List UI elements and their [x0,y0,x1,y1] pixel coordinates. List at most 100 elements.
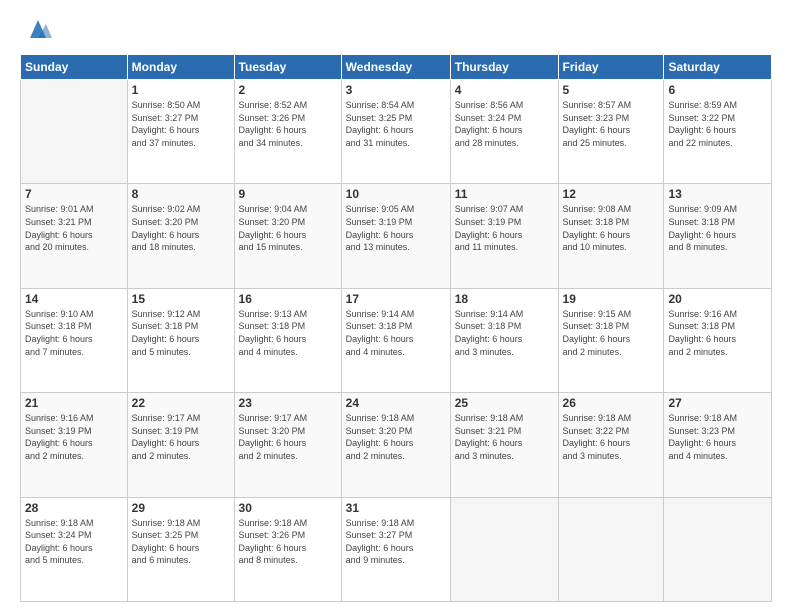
calendar-cell: 2 Sunrise: 8:52 AM Sunset: 3:26 PM Daylig… [234,80,341,184]
day-number: 1 [132,83,230,97]
calendar-cell: 18 Sunrise: 9:14 AM Sunset: 3:18 PM Dayli… [450,288,558,392]
calendar-cell [664,497,772,601]
calendar-cell [21,80,128,184]
day-info: Sunrise: 9:16 AM Sunset: 3:18 PM Dayligh… [668,308,767,358]
calendar-cell: 3 Sunrise: 8:54 AM Sunset: 3:25 PM Daylig… [341,80,450,184]
day-info: Sunrise: 8:54 AM Sunset: 3:25 PM Dayligh… [346,99,446,149]
calendar-cell: 25 Sunrise: 9:18 AM Sunset: 3:21 PM Dayli… [450,393,558,497]
day-info: Sunrise: 9:04 AM Sunset: 3:20 PM Dayligh… [239,203,337,253]
day-info: Sunrise: 8:52 AM Sunset: 3:26 PM Dayligh… [239,99,337,149]
calendar-cell: 26Sunrise: 9:18 AM Sunset: 3:22 PM Dayli… [558,393,664,497]
calendar-cell: 11 Sunrise: 9:07 AM Sunset: 3:19 PM Dayli… [450,184,558,288]
weekday-header-thursday: Thursday [450,55,558,80]
day-number: 30 [239,501,337,515]
day-number: 16 [239,292,337,306]
calendar-cell: 13 Sunrise: 9:09 AM Sunset: 3:18 PM Dayli… [664,184,772,288]
day-info: Sunrise: 9:18 AM Sunset: 3:21 PM Dayligh… [455,412,554,462]
day-number: 25 [455,396,554,410]
day-info: Sunrise: 9:05 AM Sunset: 3:19 PM Dayligh… [346,203,446,253]
calendar-cell: 6Sunrise: 8:59 AM Sunset: 3:22 PM Daylig… [664,80,772,184]
weekday-header-row: SundayMondayTuesdayWednesdayThursdayFrid… [21,55,772,80]
day-info: Sunrise: 9:09 AM Sunset: 3:18 PM Dayligh… [668,203,767,253]
day-number: 19 [563,292,660,306]
logo [20,16,52,44]
day-number: 15 [132,292,230,306]
day-info: Sunrise: 9:02 AM Sunset: 3:20 PM Dayligh… [132,203,230,253]
day-number: 3 [346,83,446,97]
calendar-cell: 27Sunrise: 9:18 AM Sunset: 3:23 PM Dayli… [664,393,772,497]
day-number: 13 [668,187,767,201]
day-number: 11 [455,187,554,201]
weekday-header-saturday: Saturday [664,55,772,80]
day-number: 14 [25,292,123,306]
calendar-cell: 1 Sunrise: 8:50 AM Sunset: 3:27 PM Daylig… [127,80,234,184]
day-number: 23 [239,396,337,410]
day-info: Sunrise: 9:16 AM Sunset: 3:19 PM Dayligh… [25,412,123,462]
calendar-week-5: 28 Sunrise: 9:18 AM Sunset: 3:24 PM Dayli… [21,497,772,601]
day-number: 17 [346,292,446,306]
day-info: Sunrise: 9:14 AM Sunset: 3:18 PM Dayligh… [455,308,554,358]
page: SundayMondayTuesdayWednesdayThursdayFrid… [0,0,792,612]
day-number: 10 [346,187,446,201]
day-info: Sunrise: 9:17 AM Sunset: 3:20 PM Dayligh… [239,412,337,462]
calendar-week-2: 7 Sunrise: 9:01 AM Sunset: 3:21 PM Daylig… [21,184,772,288]
calendar-table: SundayMondayTuesdayWednesdayThursdayFrid… [20,54,772,602]
calendar-cell: 4 Sunrise: 8:56 AM Sunset: 3:24 PM Daylig… [450,80,558,184]
weekday-header-monday: Monday [127,55,234,80]
weekday-header-friday: Friday [558,55,664,80]
day-number: 31 [346,501,446,515]
calendar-cell: 22 Sunrise: 9:17 AM Sunset: 3:19 PM Dayli… [127,393,234,497]
day-number: 24 [346,396,446,410]
day-number: 22 [132,396,230,410]
day-info: Sunrise: 9:12 AM Sunset: 3:18 PM Dayligh… [132,308,230,358]
day-info: Sunrise: 9:10 AM Sunset: 3:18 PM Dayligh… [25,308,123,358]
weekday-header-tuesday: Tuesday [234,55,341,80]
day-number: 9 [239,187,337,201]
day-number: 4 [455,83,554,97]
calendar-week-4: 21Sunrise: 9:16 AM Sunset: 3:19 PM Dayli… [21,393,772,497]
calendar-cell: 10 Sunrise: 9:05 AM Sunset: 3:19 PM Dayli… [341,184,450,288]
day-number: 18 [455,292,554,306]
day-info: Sunrise: 9:01 AM Sunset: 3:21 PM Dayligh… [25,203,123,253]
calendar-cell: 29Sunrise: 9:18 AM Sunset: 3:25 PM Dayli… [127,497,234,601]
day-info: Sunrise: 9:17 AM Sunset: 3:19 PM Dayligh… [132,412,230,462]
day-info: Sunrise: 9:15 AM Sunset: 3:18 PM Dayligh… [563,308,660,358]
calendar-cell: 30 Sunrise: 9:18 AM Sunset: 3:26 PM Dayli… [234,497,341,601]
day-info: Sunrise: 9:18 AM Sunset: 3:25 PM Dayligh… [132,517,230,567]
calendar-cell: 14 Sunrise: 9:10 AM Sunset: 3:18 PM Dayli… [21,288,128,392]
day-number: 7 [25,187,123,201]
calendar-cell: 20 Sunrise: 9:16 AM Sunset: 3:18 PM Dayli… [664,288,772,392]
day-number: 5 [563,83,660,97]
calendar-cell: 5 Sunrise: 8:57 AM Sunset: 3:23 PM Daylig… [558,80,664,184]
day-number: 12 [563,187,660,201]
logo-icon [24,16,52,44]
day-info: Sunrise: 9:08 AM Sunset: 3:18 PM Dayligh… [563,203,660,253]
day-info: Sunrise: 9:07 AM Sunset: 3:19 PM Dayligh… [455,203,554,253]
day-number: 28 [25,501,123,515]
day-number: 20 [668,292,767,306]
calendar-cell: 7 Sunrise: 9:01 AM Sunset: 3:21 PM Daylig… [21,184,128,288]
calendar-cell [450,497,558,601]
calendar-cell: 17 Sunrise: 9:14 AM Sunset: 3:18 PM Dayli… [341,288,450,392]
day-info: Sunrise: 9:14 AM Sunset: 3:18 PM Dayligh… [346,308,446,358]
day-info: Sunrise: 8:57 AM Sunset: 3:23 PM Dayligh… [563,99,660,149]
calendar-cell: 21Sunrise: 9:16 AM Sunset: 3:19 PM Dayli… [21,393,128,497]
calendar-cell: 12 Sunrise: 9:08 AM Sunset: 3:18 PM Dayli… [558,184,664,288]
calendar-cell: 19 Sunrise: 9:15 AM Sunset: 3:18 PM Dayli… [558,288,664,392]
day-info: Sunrise: 9:18 AM Sunset: 3:26 PM Dayligh… [239,517,337,567]
day-info: Sunrise: 8:50 AM Sunset: 3:27 PM Dayligh… [132,99,230,149]
day-info: Sunrise: 9:18 AM Sunset: 3:24 PM Dayligh… [25,517,123,567]
day-number: 26 [563,396,660,410]
day-number: 27 [668,396,767,410]
day-info: Sunrise: 8:56 AM Sunset: 3:24 PM Dayligh… [455,99,554,149]
calendar-week-3: 14 Sunrise: 9:10 AM Sunset: 3:18 PM Dayli… [21,288,772,392]
calendar-cell: 23 Sunrise: 9:17 AM Sunset: 3:20 PM Dayli… [234,393,341,497]
weekday-header-sunday: Sunday [21,55,128,80]
day-info: Sunrise: 9:18 AM Sunset: 3:27 PM Dayligh… [346,517,446,567]
day-info: Sunrise: 8:59 AM Sunset: 3:22 PM Dayligh… [668,99,767,149]
calendar-cell: 9 Sunrise: 9:04 AM Sunset: 3:20 PM Daylig… [234,184,341,288]
calendar-cell: 28 Sunrise: 9:18 AM Sunset: 3:24 PM Dayli… [21,497,128,601]
calendar-cell: 15 Sunrise: 9:12 AM Sunset: 3:18 PM Dayli… [127,288,234,392]
day-number: 2 [239,83,337,97]
day-info: Sunrise: 9:18 AM Sunset: 3:20 PM Dayligh… [346,412,446,462]
